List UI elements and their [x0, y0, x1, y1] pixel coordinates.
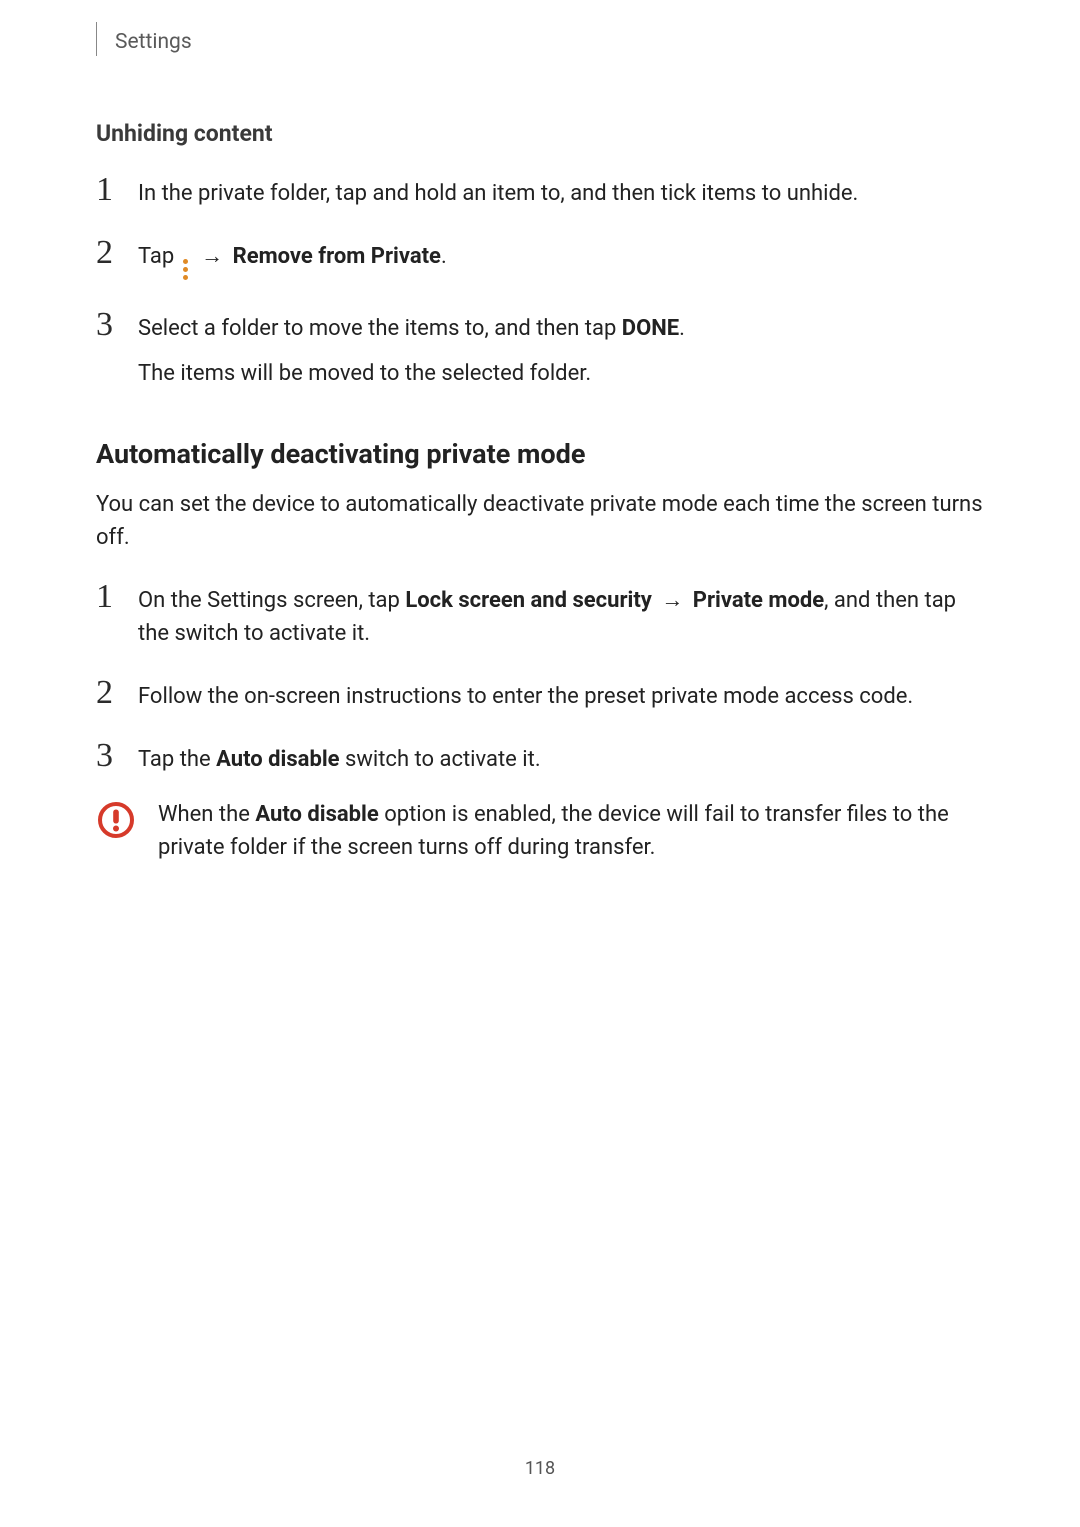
step-text-bold: Remove from Private	[233, 244, 441, 269]
step-text-bold: DONE	[622, 316, 679, 341]
caution-icon	[96, 800, 136, 844]
steps-auto-deactivate: 1 On the Settings screen, tap Lock scree…	[96, 580, 988, 776]
caution-p1: When the	[158, 802, 255, 827]
step-subtext: The items will be moved to the selected …	[138, 357, 685, 390]
page: Settings Unhiding content 1 In the priva…	[0, 0, 1080, 1527]
step-2: 2 Tap → Remove from Private.	[96, 236, 988, 282]
step-text-b1: Auto disable	[216, 747, 339, 772]
arrow-icon: →	[656, 588, 689, 613]
header-rule	[96, 22, 97, 56]
step-number: 2	[96, 236, 120, 270]
step-2: 2 Follow the on-screen instructions to e…	[96, 676, 988, 713]
step-text-prefix: Select a folder to move the items to, an…	[138, 316, 622, 341]
step-text-p2: switch to activate it.	[340, 747, 541, 772]
steps-unhiding: 1 In the private folder, tap and hold an…	[96, 173, 988, 390]
step-number: 3	[96, 739, 120, 773]
step-number: 2	[96, 676, 120, 710]
step-text: Tap the Auto disable switch to activate …	[138, 743, 541, 776]
step-text: Follow the on-screen instructions to ent…	[138, 680, 913, 713]
page-number: 118	[0, 1458, 1080, 1479]
section-intro: You can set the device to automatically …	[96, 488, 988, 554]
caution-b1: Auto disable	[255, 802, 378, 827]
header-title: Settings	[115, 30, 192, 54]
step-text-p1: On the Settings screen, tap	[138, 588, 405, 613]
step-text-suffix: .	[441, 244, 447, 269]
step-text: In the private folder, tap and hold an i…	[138, 177, 858, 210]
step-1: 1 On the Settings screen, tap Lock scree…	[96, 580, 988, 650]
step-text: Tap → Remove from Private.	[138, 240, 447, 282]
step-3: 3 Select a folder to move the items to, …	[96, 308, 988, 390]
caution-text: When the Auto disable option is enabled,…	[158, 798, 988, 864]
arrow-icon: →	[196, 244, 229, 269]
step-text: Select a folder to move the items to, an…	[138, 312, 685, 390]
more-options-icon	[183, 259, 188, 282]
step-number: 1	[96, 173, 120, 207]
step-text-b2: Private mode	[693, 588, 824, 613]
step-number: 3	[96, 308, 120, 342]
step-text-suffix: .	[679, 316, 685, 341]
section-title-auto-deactivate: Automatically deactivating private mode	[96, 438, 988, 470]
caution-box: When the Auto disable option is enabled,…	[96, 798, 988, 864]
step-3: 3 Tap the Auto disable switch to activat…	[96, 739, 988, 776]
step-text-p1: Tap the	[138, 747, 216, 772]
header: Settings	[96, 28, 988, 56]
step-number: 1	[96, 580, 120, 614]
step-1: 1 In the private folder, tap and hold an…	[96, 173, 988, 210]
section-title-unhiding: Unhiding content	[96, 120, 988, 147]
step-text: On the Settings screen, tap Lock screen …	[138, 584, 988, 650]
step-text-b1: Lock screen and security	[405, 588, 652, 613]
step-text-prefix: Tap	[138, 244, 180, 269]
